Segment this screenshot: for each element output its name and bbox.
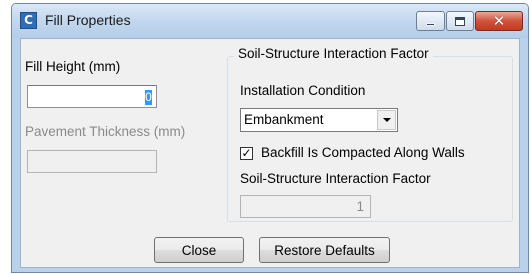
fill-height-value: 0 [145,90,152,105]
minimize-button[interactable] [416,11,445,31]
app-icon: C [20,12,37,29]
installation-condition-value: Embankment [244,112,324,127]
fill-height-label: Fill Height (mm) [25,59,121,74]
pavement-thickness-input [27,150,157,173]
title-bar[interactable]: C Fill Properties ✕ [12,4,528,38]
dropdown-button[interactable] [377,110,396,130]
installation-condition-label: Installation Condition [240,83,366,98]
chevron-down-icon [382,118,391,122]
window-title: Fill Properties [45,12,131,28]
ssi-factor-label: Soil-Structure Interaction Factor [240,171,431,186]
close-button-label: Close [181,242,217,258]
ssi-factor-value: 1 [356,199,364,214]
installation-condition-select[interactable]: Embankment [240,108,398,132]
backfill-label[interactable]: Backfill Is Compacted Along Walls [261,145,465,160]
backfill-checkbox[interactable]: ✓ [240,147,253,160]
maximize-icon [455,16,465,26]
pavement-thickness-label: Pavement Thickness (mm) [25,124,186,139]
close-icon: ✕ [492,11,506,30]
dialog-client-area: Fill Height (mm) 0 Pavement Thickness (m… [20,38,520,268]
close-button[interactable]: Close [154,237,244,263]
restore-defaults-label: Restore Defaults [274,242,375,258]
restore-defaults-button[interactable]: Restore Defaults [259,237,390,263]
ssi-factor-input: 1 [240,195,371,218]
ssi-group-title: Soil-Structure Interaction Factor [234,46,433,61]
minimize-icon [426,22,435,26]
fill-height-input[interactable]: 0 [27,85,157,108]
maximize-button[interactable] [446,11,474,31]
fill-properties-window: C Fill Properties ✕ Fill Height (mm) 0 P… [11,3,529,273]
close-window-button[interactable]: ✕ [475,11,523,31]
